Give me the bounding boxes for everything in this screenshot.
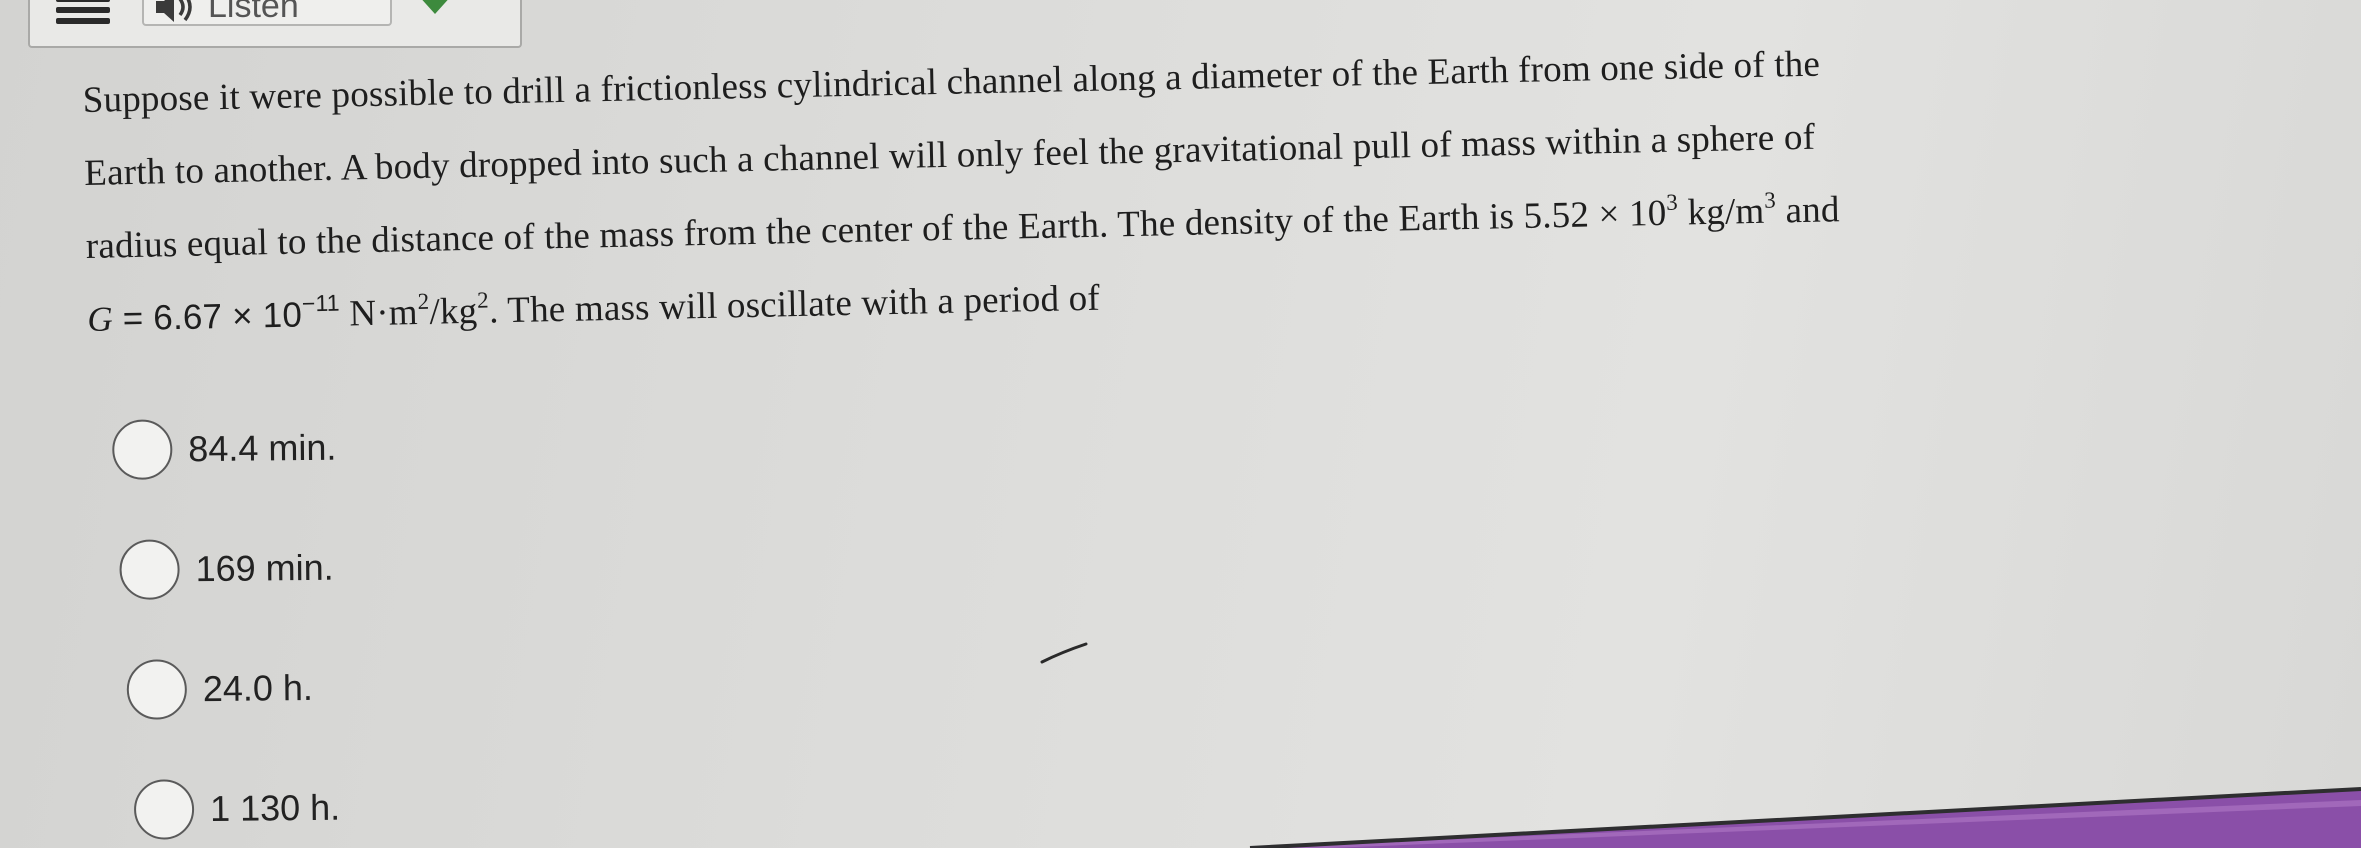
screen-bezel: [1249, 787, 2361, 848]
